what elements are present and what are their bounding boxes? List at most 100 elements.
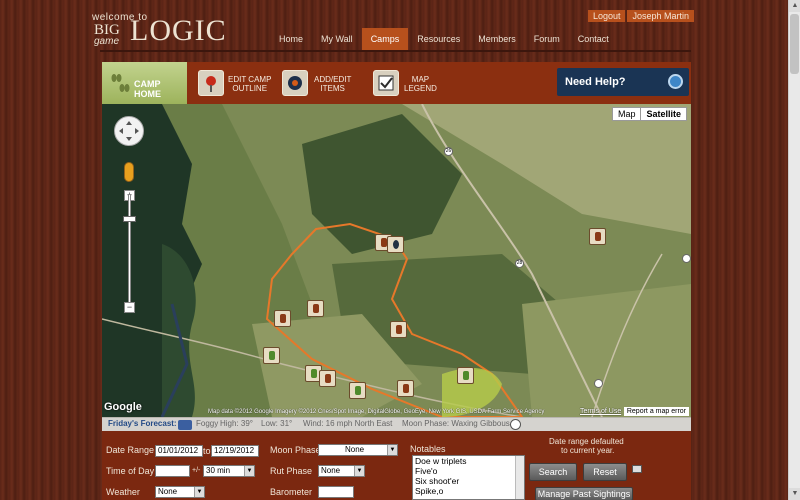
need-help-label: Need Help? <box>565 76 626 88</box>
notables-scrollbar[interactable] <box>515 456 524 499</box>
zoom-out-button[interactable]: − <box>124 302 135 313</box>
time-window-select[interactable]: 30 min ▼ <box>203 465 255 477</box>
map-attribution: Map data ©2012 Google Imagery ©2012 Cnes… <box>208 409 545 415</box>
forecast-bar: Friday's Forecast: Foggy High: 39° Low: … <box>102 417 691 431</box>
scroll-down-icon[interactable]: ▼ <box>789 488 800 500</box>
nav-forum[interactable]: Forum <box>525 28 569 50</box>
list-item[interactable]: Six shoot'er <box>413 476 524 486</box>
map-type-satellite[interactable]: Satellite <box>640 108 686 120</box>
date-range-label: Date Range <box>106 445 155 455</box>
report-map-error-link[interactable]: Report a map error <box>623 407 689 416</box>
date-range-note-2: to current year. <box>561 446 615 455</box>
route-26-shield: 26 <box>444 147 453 156</box>
camp-toolbar: CAMP HOME EDIT CAMP OUTLINE ADD/EDIT ITE… <box>102 62 691 104</box>
map-marker[interactable] <box>390 321 407 338</box>
moon-phase-select[interactable]: None ▼ <box>318 444 398 456</box>
page-scrollbar[interactable]: ▲ ▼ <box>788 0 800 500</box>
map-marker[interactable] <box>589 228 606 245</box>
forecast-wind: Wind: 16 mph North East <box>303 419 393 428</box>
need-help-button[interactable]: Need Help? <box>557 68 689 96</box>
date-from-input[interactable]: 01/01/2012 <box>155 445 203 457</box>
map-pin-icon <box>198 70 224 96</box>
terms-of-use-link[interactable]: Terms of Use <box>580 408 621 415</box>
street-view-pegman-icon[interactable] <box>124 162 134 182</box>
map-marker[interactable] <box>307 300 324 317</box>
list-item[interactable]: Doe w triplets <box>413 456 524 466</box>
map-type-toggle: Map Satellite <box>611 107 687 121</box>
nav-members[interactable]: Members <box>469 28 525 50</box>
help-arrow-icon <box>668 74 683 89</box>
map-legend-label-2: LEGEND <box>404 84 437 93</box>
map-type-map[interactable]: Map <box>613 108 641 120</box>
map-marker[interactable] <box>457 367 474 384</box>
search-button[interactable]: Search <box>529 463 577 481</box>
add-edit-items-button[interactable]: ADD/EDIT ITEMS <box>280 62 360 104</box>
logout-link[interactable]: Logout <box>587 10 626 22</box>
checkbox-icon <box>373 70 399 96</box>
manage-past-sightings-button[interactable]: Manage Past Sightings <box>535 487 633 500</box>
time-of-day-label: Time of Day <box>106 466 155 476</box>
user-name-link[interactable]: Joseph Martin <box>627 10 694 22</box>
map-marker[interactable] <box>319 370 336 387</box>
notables-label: Notables <box>410 444 446 454</box>
chevron-down-icon: ▼ <box>194 487 204 497</box>
satellite-imagery <box>102 104 691 417</box>
barometer-label: Barometer <box>270 487 313 497</box>
nav-divider <box>100 50 691 52</box>
nav-camps[interactable]: Camps <box>361 28 409 50</box>
scroll-thumb[interactable] <box>790 14 799 74</box>
map-marker[interactable] <box>349 382 366 399</box>
nav-my-wall[interactable]: My Wall <box>312 28 362 50</box>
camp-home-button[interactable]: CAMP HOME <box>102 62 187 104</box>
nav-resources[interactable]: Resources <box>408 28 469 50</box>
fog-weather-icon <box>178 420 192 430</box>
zoom-slider-track[interactable] <box>128 194 131 311</box>
scroll-up-icon[interactable]: ▲ <box>789 0 800 12</box>
map-marker[interactable] <box>263 347 280 364</box>
logo-game: game <box>94 36 120 47</box>
sightings-filter-panel: Date Range 01/01/2012 to 12/19/2012 Time… <box>102 431 691 500</box>
map-legend-label-1: MAP <box>411 75 430 84</box>
forecast-moon: Moon Phase: Waxing Gibbous <box>402 419 510 428</box>
map-marker[interactable] <box>387 236 404 253</box>
chevron-down-icon: ▼ <box>387 445 397 455</box>
notables-list[interactable]: Doe w triplets Five'o Six shoot'er Spike… <box>412 455 525 500</box>
weather-label: Weather <box>106 487 140 497</box>
logo-logic: LOGIC <box>130 14 227 47</box>
map-marker[interactable] <box>274 310 291 327</box>
list-item[interactable]: Five'o <box>413 466 524 476</box>
moon-phase-label: Moon Phase <box>270 445 321 455</box>
date-range-note-1: Date range defaulted <box>549 437 624 446</box>
chevron-down-icon: ▼ <box>244 466 254 476</box>
barometer-input[interactable] <box>318 486 354 498</box>
edit-outline-label-1: EDIT CAMP <box>228 75 272 84</box>
zoom-slider-thumb[interactable] <box>123 216 136 222</box>
nav-contact[interactable]: Contact <box>569 28 618 50</box>
main-nav: Home My Wall Camps Resources Members For… <box>270 28 618 50</box>
satellite-map[interactable]: 26 28 Map Satellite + − Google Map data … <box>102 104 691 417</box>
time-of-day-input[interactable] <box>155 465 190 477</box>
rut-phase-select[interactable]: None ▼ <box>318 465 365 477</box>
printer-icon[interactable] <box>632 465 642 473</box>
weather-select[interactable]: None ▼ <box>155 486 205 498</box>
add-items-label-1: ADD/EDIT <box>314 75 352 84</box>
reset-button[interactable]: Reset <box>583 463 627 481</box>
list-item[interactable]: Spike,o <box>413 486 524 496</box>
time-window-value: 30 min <box>206 466 231 475</box>
edit-camp-outline-button[interactable]: EDIT CAMP OUTLINE <box>194 62 276 104</box>
moon-phase-value: None <box>345 445 365 454</box>
nav-home[interactable]: Home <box>270 28 312 50</box>
target-icon <box>282 70 308 96</box>
hoofprint-icon <box>111 74 130 92</box>
map-legend-button[interactable]: MAP LEGEND <box>370 62 440 104</box>
user-bar: Logout Joseph Martin <box>587 10 694 22</box>
map-marker[interactable] <box>397 380 414 397</box>
plus-minus-label: +/- <box>192 467 201 474</box>
camp-home-label: CAMP HOME <box>134 79 161 99</box>
forecast-low: Low: 31° <box>261 419 293 428</box>
pan-control-icon[interactable] <box>114 116 144 146</box>
route-28-shield: 28 <box>515 259 524 268</box>
date-to-input[interactable]: 12/19/2012 <box>211 445 259 457</box>
forecast-high: High: 39° <box>220 419 253 428</box>
chevron-down-icon: ▼ <box>354 466 364 476</box>
